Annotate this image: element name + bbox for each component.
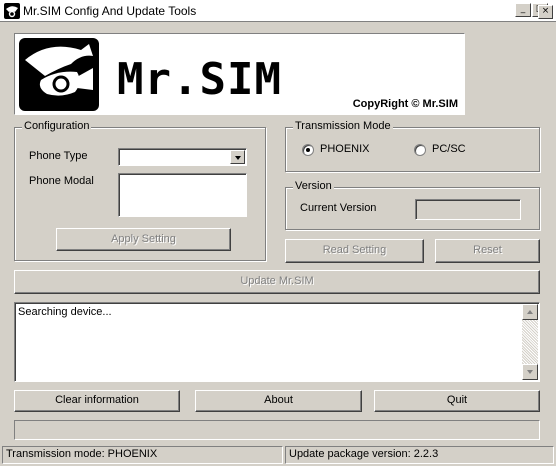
phone-modal-field[interactable] [118, 173, 247, 217]
update-button[interactable]: Update Mr.SIM [14, 270, 540, 294]
clear-information-button[interactable]: Clear information [14, 390, 180, 412]
close-button[interactable]: × [538, 5, 553, 19]
window-title: Mr.SIM Config And Update Tools [23, 4, 197, 18]
banner: Mr.SIM CopyRight © Mr.SIM [14, 33, 465, 115]
scroll-up-icon[interactable] [522, 304, 538, 320]
log-text: Searching device... [18, 306, 112, 318]
title-bar[interactable]: Mr.SIM Config And Update Tools _ □ [0, 0, 556, 22]
copyright-text: CopyRight © Mr.SIM [352, 98, 458, 110]
version-group: Version Current Version [285, 180, 540, 230]
current-version-label: Current Version [300, 202, 377, 214]
phoenix-label: PHOENIX [320, 143, 370, 155]
app-icon [4, 3, 20, 19]
current-version-field [415, 199, 521, 220]
phoenix-radio[interactable] [302, 144, 314, 156]
read-setting-button[interactable]: Read Setting [285, 239, 424, 263]
reset-button[interactable]: Reset [435, 239, 540, 263]
logo-icon [19, 38, 99, 111]
chevron-down-icon[interactable] [230, 150, 245, 164]
transmission-mode-group: Transmission Mode PHOENIX PC/SC [285, 120, 540, 172]
status-package-version: Update package version: 2.2.3 [285, 446, 554, 464]
phone-type-select[interactable] [118, 148, 247, 166]
configuration-title: Configuration [22, 120, 92, 132]
log-area[interactable]: Searching device... [14, 302, 540, 382]
quit-button[interactable]: Quit [374, 390, 540, 412]
pcsc-label: PC/SC [432, 143, 466, 155]
phone-modal-label: Phone Modal [29, 175, 94, 187]
version-title: Version [293, 180, 334, 192]
scroll-down-icon[interactable] [522, 364, 538, 380]
log-scrollbar[interactable] [522, 304, 538, 380]
transmission-mode-title: Transmission Mode [293, 120, 393, 132]
minimize-button[interactable]: _ [515, 3, 531, 17]
apply-setting-button[interactable]: Apply Setting [56, 228, 231, 251]
phone-type-label: Phone Type [29, 150, 88, 162]
configuration-group: Configuration Phone Type Phone Modal App… [14, 120, 266, 261]
brand-name: Mr.SIM [117, 54, 282, 105]
status-transmission-mode: Transmission mode: PHOENIX [2, 446, 283, 464]
pcsc-radio[interactable] [414, 144, 426, 156]
progress-bar [14, 420, 540, 440]
about-button[interactable]: About [195, 390, 362, 412]
